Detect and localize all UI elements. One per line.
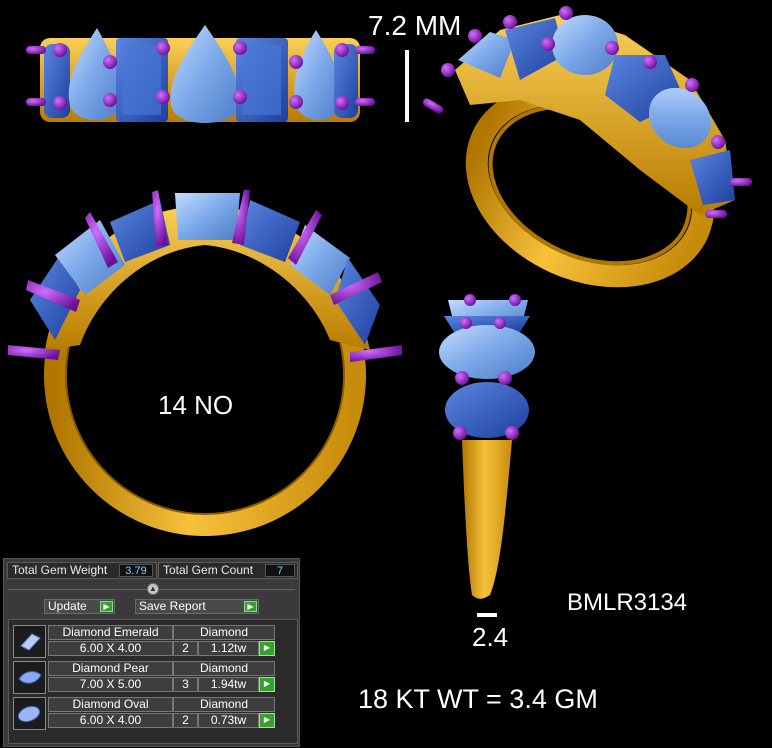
gem-report-panel: Total Gem Weight 3.79 Total Gem Count 7 … <box>3 558 300 747</box>
gem-name: Diamond Pear <box>48 661 173 676</box>
gem-row-go-icon[interactable]: ▶ <box>259 713 275 728</box>
gem-list: Diamond Emerald Diamond 6.00 X 4.00 2 1.… <box>8 619 298 744</box>
design-code-label: BMLR3134 <box>567 589 688 616</box>
gem-row-go-icon[interactable]: ▶ <box>259 641 275 656</box>
gem-size: 7.00 X 5.00 <box>48 677 173 692</box>
gem-name: Diamond Oval <box>48 697 173 712</box>
perspective-view <box>422 6 752 288</box>
side-view <box>439 294 535 599</box>
front-view <box>8 190 402 536</box>
emerald-gem-icon <box>13 625 46 658</box>
gem-size: 6.00 X 4.00 <box>48 713 173 728</box>
save-report-go-icon[interactable]: ▶ <box>244 601 257 612</box>
update-go-icon[interactable]: ▶ <box>100 601 113 612</box>
height-dimension-bar <box>405 50 409 122</box>
gem-row-pear[interactable]: Diamond Pear Diamond 7.00 X 5.00 3 1.94t… <box>13 661 275 694</box>
total-gem-weight-field: Total Gem Weight 3.79 <box>7 562 157 579</box>
total-gem-weight-value: 3.79 <box>119 564 153 577</box>
save-report-button-label: Save Report <box>139 599 206 613</box>
gem-material: Diamond <box>173 661 275 676</box>
gem-material: Diamond <box>173 697 275 712</box>
top-view <box>26 25 375 123</box>
gem-weight: 0.73tw <box>198 713 259 728</box>
gem-row-go-icon[interactable]: ▶ <box>259 677 275 692</box>
oval-gem-icon <box>13 697 46 730</box>
width-dimension-bar <box>477 613 497 617</box>
gem-material: Diamond <box>173 625 275 640</box>
height-dimension-label: 7.2 MM <box>368 10 462 41</box>
gem-row-emerald[interactable]: Diamond Emerald Diamond 6.00 X 4.00 2 1.… <box>13 625 275 658</box>
shank-width-label: 2.4 <box>472 622 509 652</box>
total-gem-count-field: Total Gem Count 7 <box>158 562 298 579</box>
total-gem-count-label: Total Gem Count <box>163 563 254 577</box>
gem-size: 6.00 X 4.00 <box>48 641 173 656</box>
ring-size-label: 14 NO <box>158 390 234 420</box>
gem-row-oval[interactable]: Diamond Oval Diamond 6.00 X 4.00 2 0.73t… <box>13 697 275 730</box>
total-gem-weight-label: Total Gem Weight <box>12 563 108 577</box>
total-gem-count-value: 7 <box>265 564 295 577</box>
metal-weight-label: 18 KT WT = 3.4 GM <box>358 684 598 714</box>
pear-gem-icon <box>13 661 46 694</box>
save-report-button[interactable]: Save Report ▶ <box>135 599 259 614</box>
gem-count: 2 <box>173 641 198 656</box>
gem-count: 2 <box>173 713 198 728</box>
collapse-toggle-icon[interactable]: ▲ <box>147 583 159 595</box>
gem-name: Diamond Emerald <box>48 625 173 640</box>
gem-weight: 1.12tw <box>198 641 259 656</box>
update-button-label: Update <box>48 599 87 613</box>
gem-weight: 1.94tw <box>198 677 259 692</box>
update-button[interactable]: Update ▶ <box>44 599 115 614</box>
gem-count: 3 <box>173 677 198 692</box>
